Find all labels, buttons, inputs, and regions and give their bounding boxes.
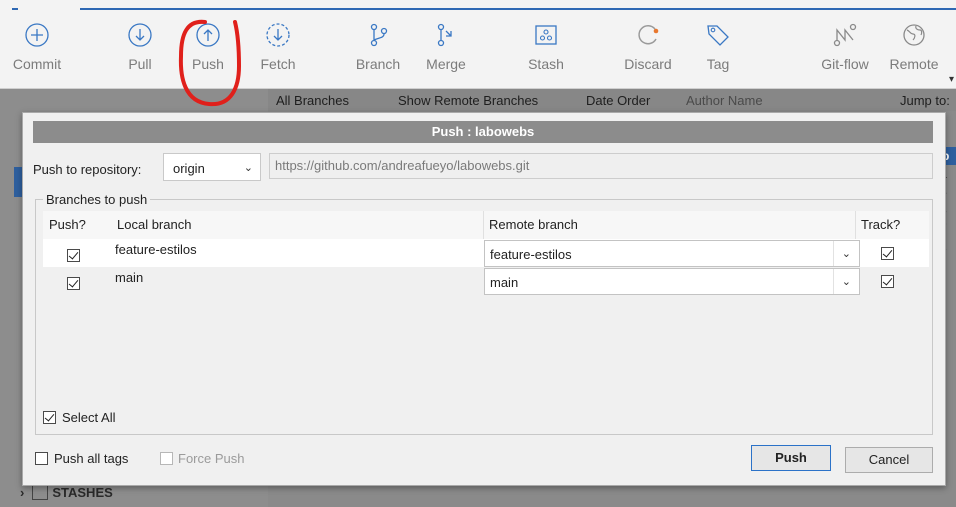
remote-branch-select[interactable]: feature-estilos ⌄ [484, 240, 860, 267]
author-filter: Author Name [686, 93, 763, 108]
tag-icon [707, 25, 729, 46]
track-checkbox[interactable] [881, 247, 894, 260]
branch-label: Branch [355, 56, 401, 72]
toolbar: Commit Pull Push Fetch Branch Merge Stas… [0, 0, 956, 89]
dialog-title: Push : labowebs [33, 121, 933, 143]
commit-label: Commit [12, 56, 62, 72]
pull-label: Pull [128, 56, 152, 72]
toolbar-overflow-icon[interactable]: ▾ [949, 74, 954, 85]
cancel-button[interactable]: Cancel [845, 447, 933, 473]
pull-button[interactable]: Pull [112, 22, 168, 84]
repository-value: origin [173, 161, 205, 176]
chevron-down-icon: ⌄ [243, 162, 253, 174]
select-all-label: Select All [62, 410, 116, 425]
fetch-button[interactable]: Fetch [250, 22, 306, 84]
fetch-label: Fetch [260, 56, 296, 72]
push-button[interactable]: Push [751, 445, 831, 471]
local-branch: feature-estilos [115, 242, 197, 257]
merge-icon [437, 23, 452, 47]
force-push-checkbox[interactable] [160, 452, 173, 465]
discard-icon [638, 25, 659, 45]
repository-url-field: https://github.com/andreafueyo/labowebs.… [269, 153, 933, 179]
history-filter-bar: All Branches Show Remote Branches Date O… [268, 89, 956, 111]
stashes-label: STASHES [52, 485, 113, 500]
dashed-arrow-down-circle-icon [266, 23, 290, 47]
git-flow-button[interactable]: Git-flow [812, 22, 878, 84]
merge-button[interactable]: Merge [418, 22, 474, 84]
chevron-down-icon: ⌄ [841, 248, 851, 260]
arrow-up-circle-icon [196, 23, 220, 47]
order-filter: Date Order [586, 93, 651, 108]
remote-branch-value: main [490, 275, 519, 290]
push-label: Push [192, 56, 224, 72]
stash-label: Stash [528, 56, 564, 72]
push-button-toolbar[interactable]: Push [180, 22, 236, 84]
arrow-down-circle-icon [128, 23, 152, 47]
local-branch: main [115, 270, 144, 285]
force-push-label: Force Push [178, 451, 245, 466]
push-all-tags-label: Push all tags [54, 451, 129, 466]
globe-icon [903, 24, 925, 46]
table-row: main main ⌄ [43, 267, 929, 295]
table-header: Push? Local branch Remote branch Track? [43, 211, 929, 239]
stash-icon [32, 484, 49, 500]
stash-button[interactable]: Stash [518, 22, 574, 84]
toolbar-accent-line [0, 8, 956, 10]
show-remote-branches: Show Remote Branches [398, 93, 539, 108]
col-local-branch: Local branch [117, 217, 192, 232]
col-push: Push? [49, 217, 86, 232]
track-checkbox[interactable] [881, 275, 894, 288]
discard-button[interactable]: Discard [616, 22, 680, 84]
remote-label: Remote [889, 56, 939, 72]
push-checkbox[interactable] [67, 249, 80, 262]
remote-button[interactable]: Remote [884, 22, 944, 84]
sidebar-stashes: › STASHES [20, 484, 113, 500]
discard-label: Discard [624, 56, 672, 72]
push-dialog: Push : labowebs Push to repository: orig… [22, 112, 946, 486]
jump-to-label: Jump to: [900, 93, 950, 108]
branches-filter: All Branches [276, 93, 349, 108]
plus-circle-icon [25, 23, 49, 47]
repository-select[interactable]: origin ⌄ [163, 153, 261, 181]
remote-branch-select[interactable]: main ⌄ [484, 268, 860, 295]
chevron-down-icon: ⌄ [841, 276, 851, 288]
commit-button[interactable]: Commit [4, 22, 70, 84]
push-all-tags-checkbox[interactable] [35, 452, 48, 465]
tag-button[interactable]: Tag [690, 22, 746, 84]
stash-box-icon [535, 25, 557, 45]
col-track: Track? [861, 217, 901, 232]
remote-branch-value: feature-estilos [490, 247, 572, 262]
repository-label: Push to repository: [33, 162, 142, 177]
merge-label: Merge [426, 56, 466, 72]
repository-url: https://github.com/andreafueyo/labowebs.… [275, 158, 530, 173]
git-flow-icon [833, 23, 857, 47]
tag-label: Tag [706, 56, 730, 72]
table-row: feature-estilos feature-estilos ⌄ [43, 239, 929, 267]
col-remote-branch: Remote branch [489, 217, 578, 232]
branch-icon [370, 23, 388, 47]
select-all-checkbox[interactable] [43, 411, 56, 424]
push-checkbox[interactable] [67, 277, 80, 290]
git-flow-label: Git-flow [821, 56, 869, 72]
branches-group-label: Branches to push [43, 192, 151, 207]
branch-button[interactable]: Branch [350, 22, 406, 84]
